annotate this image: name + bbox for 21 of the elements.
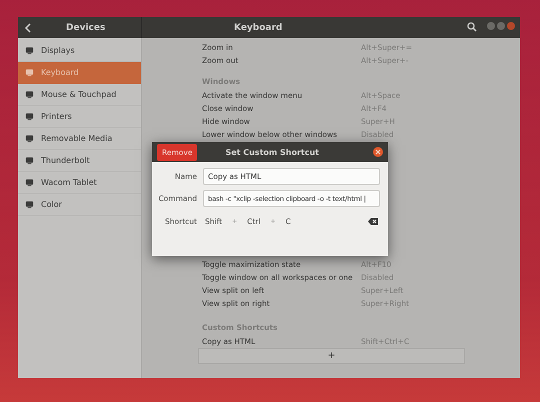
sidebar-item[interactable]: Color	[18, 194, 141, 216]
device-icon	[25, 112, 34, 121]
device-icon	[25, 46, 34, 55]
close-icon[interactable]	[373, 147, 383, 157]
search-icon[interactable]	[467, 22, 477, 32]
device-icon	[25, 68, 34, 77]
sidebar-item[interactable]: Mouse & Touchpad	[18, 84, 141, 106]
sidebar-item[interactable]: Thunderbolt	[18, 150, 141, 172]
device-icon	[25, 134, 34, 143]
backspace-icon[interactable]	[368, 218, 378, 224]
sidebar-item[interactable]: Printers	[18, 106, 141, 128]
sidebar-title: Devices	[66, 22, 106, 32]
device-icon	[25, 156, 34, 165]
device-icon	[25, 90, 34, 99]
dialog-title: Set Custom Shortcut	[224, 148, 320, 156]
sidebar-item[interactable]: Wacom Tablet	[18, 172, 141, 194]
device-icon	[25, 178, 34, 187]
window-title: Keyboard	[234, 22, 282, 32]
device-icon	[25, 200, 34, 209]
add-shortcut-button[interactable]: +	[198, 348, 465, 364]
sidebar-item[interactable]: Removable Media	[18, 128, 141, 150]
